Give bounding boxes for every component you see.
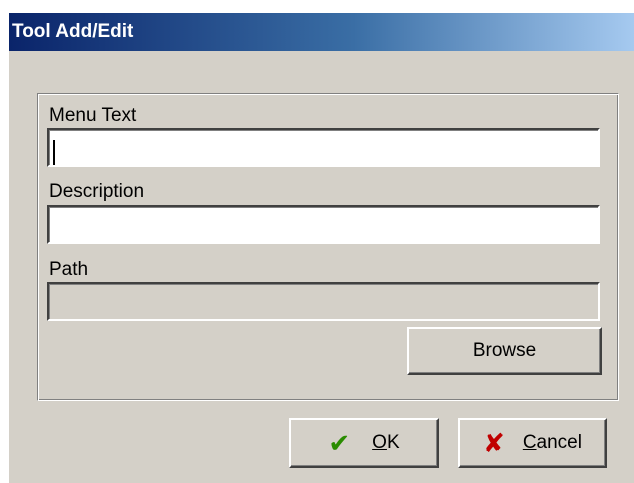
checkmark-icon: ✔: [328, 428, 351, 458]
path-label: Path: [49, 259, 89, 280]
title-bar[interactable]: Tool Add/Edit: [9, 13, 634, 51]
cancel-button-label: Cancel: [522, 432, 582, 453]
description-input[interactable]: [47, 205, 600, 244]
menu-text-input[interactable]: [47, 128, 600, 167]
browse-button[interactable]: Browse: [407, 327, 602, 375]
ok-button[interactable]: ✔ OK: [289, 418, 439, 468]
x-icon: ✘: [483, 428, 505, 458]
dialog-title: Tool Add/Edit: [12, 21, 134, 42]
ok-button-label: OK: [372, 432, 400, 453]
menu-text-label: Menu Text: [49, 105, 137, 126]
cancel-button[interactable]: ✘ Cancel: [458, 418, 607, 468]
browse-button-label: Browse: [472, 340, 537, 361]
path-input: [47, 282, 600, 321]
description-label: Description: [49, 181, 145, 202]
tool-add-edit-dialog: Tool Add/Edit Menu Text Description Path…: [8, 12, 634, 483]
text-caret: [53, 140, 55, 165]
